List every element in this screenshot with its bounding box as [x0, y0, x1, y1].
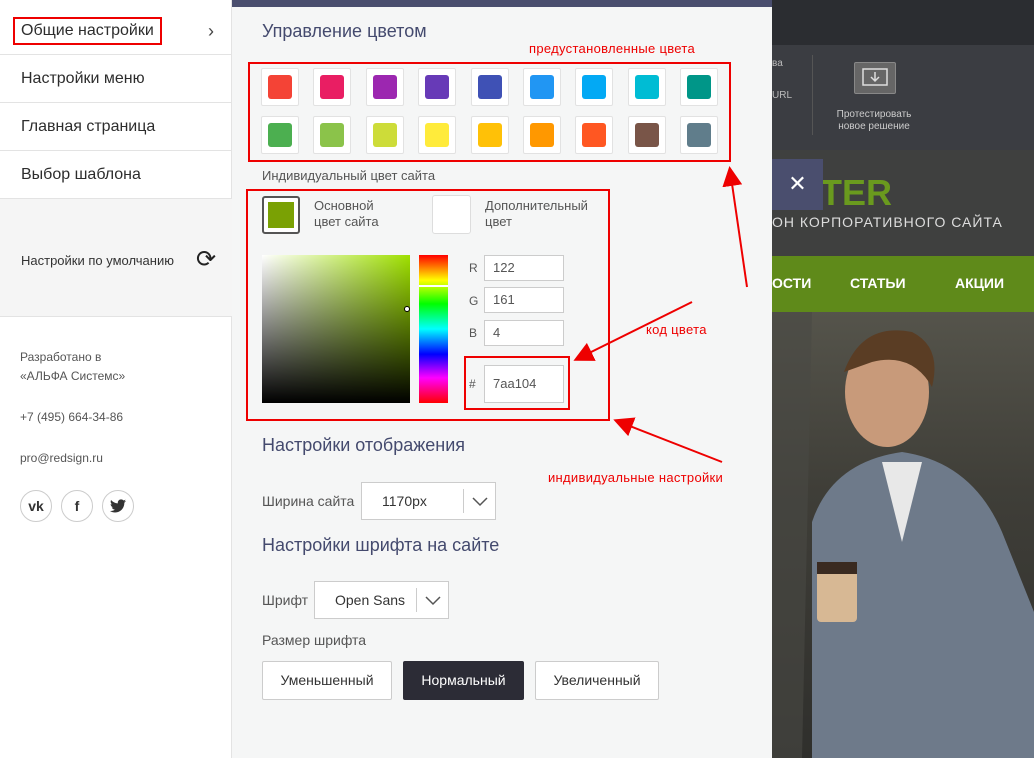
sidebar-item-home-page[interactable]: Главная страница: [0, 103, 232, 151]
close-icon: ✕: [788, 171, 807, 196]
email-link[interactable]: pro@redsign.ru: [20, 449, 103, 468]
sidebar-item-label: Выбор шаблона: [21, 166, 141, 183]
facebook-glyph: f: [74, 498, 80, 514]
test-solution-line-2: новое решение: [838, 121, 910, 132]
sidebar-item-template-choice[interactable]: Выбор шаблона: [0, 151, 232, 199]
site-nav-item[interactable]: АКЦИИ: [955, 275, 1004, 291]
site-logo-fragment: TER: [820, 172, 892, 213]
default-settings-box: Настройки по умолчанию ⟳: [0, 199, 232, 317]
settings-sidebar: Общие настройки › Настройки меню Главная…: [0, 0, 232, 758]
sidebar-item-label: Общие настройки: [13, 17, 162, 45]
test-solution-line-1: Протестировать: [836, 109, 912, 120]
arrow-to-color-code: [573, 301, 693, 361]
site-hero-photo: [772, 312, 1034, 758]
toolbar-small-text-1: ва: [772, 58, 783, 69]
arrow-to-individual: [613, 417, 723, 463]
twitter-icon[interactable]: [102, 490, 134, 522]
site-navigation: ОСТИ СТАТЬИ АКЦИИ: [772, 256, 1034, 312]
toolbar-top-line: [772, 0, 1034, 45]
chevron-right-icon: ›: [208, 21, 214, 41]
site-preview: ва URL Протестировать новое решение TER …: [772, 0, 1034, 758]
default-settings-label: Настройки по умолчанию: [21, 253, 174, 268]
sidebar-item-menu-settings[interactable]: Настройки меню: [0, 55, 232, 103]
close-settings-button[interactable]: ✕: [772, 159, 823, 210]
toolbar-small-text-2: URL: [772, 90, 793, 101]
settings-panel: Управление цветом предустановленные цвет…: [232, 0, 772, 758]
sidebar-item-general-settings[interactable]: Общие настройки ›: [0, 7, 232, 55]
annotation-arrows: [573, 166, 748, 463]
developer-line-2: «АЛЬФА Системс»: [20, 369, 126, 383]
man-with-coffee-image: [772, 312, 1034, 758]
sidebar-item-label: Главная страница: [21, 118, 156, 135]
developer-line-1: Разработано в: [20, 350, 102, 364]
test-solution-icon[interactable]: [854, 62, 896, 94]
facebook-icon[interactable]: f: [61, 490, 93, 522]
sidebar-item-label: Настройки меню: [21, 70, 145, 87]
toolbar-divider: [812, 55, 813, 135]
arrow-to-presets: [722, 166, 748, 288]
test-solution-label[interactable]: Протестировать новое решение: [824, 109, 924, 133]
developer-info: Разработано в «АЛЬФА Системс»: [20, 348, 125, 386]
site-admin-toolbar: ва URL Протестировать новое решение: [772, 0, 1034, 150]
phone-text: +7 (495) 664-34-86: [20, 410, 124, 424]
twitter-bird-icon: [110, 499, 126, 513]
vk-glyph: vk: [28, 498, 44, 514]
reset-icon[interactable]: ⟳: [196, 245, 216, 274]
download-monitor-icon: [862, 68, 888, 86]
site-nav-item[interactable]: СТАТЬИ: [850, 275, 906, 291]
site-nav-item[interactable]: ОСТИ: [772, 275, 811, 291]
vk-icon[interactable]: vk: [20, 490, 52, 522]
site-tagline: ОН КОРПОРАТИВНОГО САЙТА: [772, 214, 1003, 230]
